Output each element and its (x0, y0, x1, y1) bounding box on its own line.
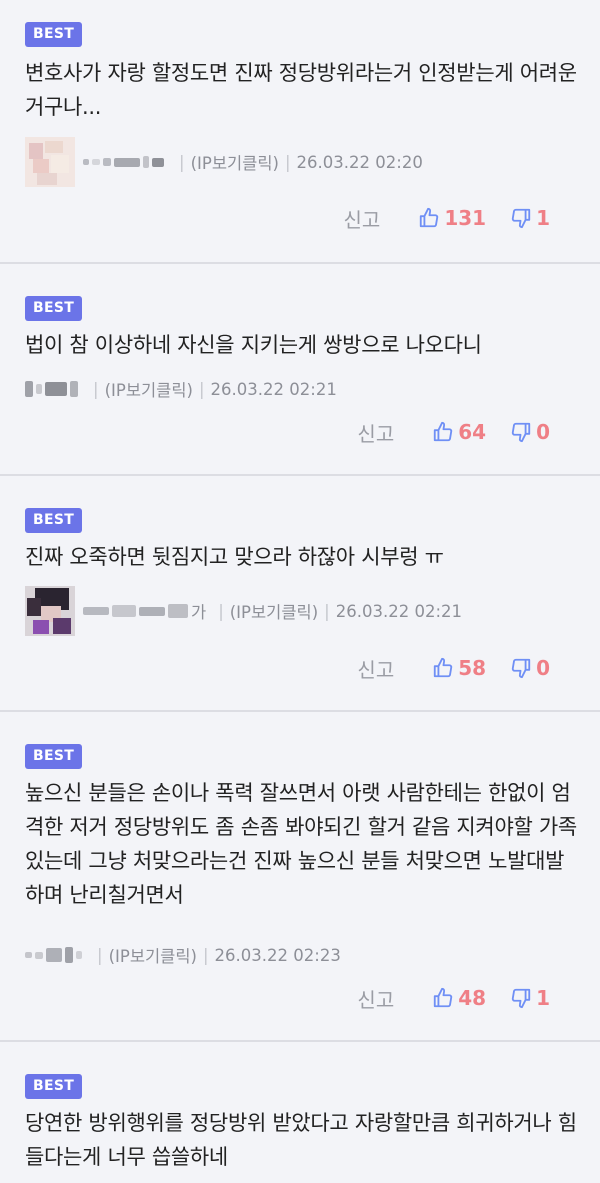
avatar[interactable] (25, 586, 75, 636)
comment-text: 높으신 분들은 손이나 폭력 잘쓰면서 아랫 사람한테는 한없이 엄격한 저거 … (25, 781, 577, 907)
thumbs-down-icon (511, 658, 531, 679)
blurred-nickname[interactable] (83, 152, 167, 172)
upvote-count: 58 (458, 656, 487, 680)
comment-date: 26.03.22 02:20 (296, 152, 423, 172)
thumbs-down-icon (511, 208, 531, 229)
comment-item: BEST 당연한 방위행위를 정당방위 받았다고 자랑할만큼 희귀하거나 힘들다… (0, 1042, 600, 1183)
comment-actions: 신고 64 0 (357, 417, 550, 447)
downvote-button[interactable]: 0 (510, 420, 550, 444)
comment-date: 26.03.22 02:23 (214, 945, 341, 965)
comment-text: 당연한 방위행위를 정당방위 받았다고 자랑할만큼 희귀하거나 힘들다는게 너무… (25, 1111, 577, 1169)
separator: | (97, 945, 103, 965)
downvote-button[interactable]: 1 (510, 986, 550, 1010)
comment-item: BEST 진짜 오죽하면 뒷짐지고 맞으라 하잖아 시부렁 ㅠ 가 | (IP보… (0, 476, 600, 712)
upvote-count: 48 (458, 986, 487, 1010)
downvote-count: 0 (536, 420, 550, 444)
thumbs-down-icon (511, 422, 531, 443)
comment-meta: | (IP보기클릭) | 26.03.22 02:23 (25, 930, 341, 980)
comment-item: BEST 변호사가 자랑 할정도면 진짜 정당방위라는거 인정받는게 어려운거구… (0, 0, 600, 264)
upvote-button[interactable]: 64 (432, 420, 486, 444)
comment-date: 26.03.22 02:21 (335, 601, 463, 621)
upvote-count: 64 (458, 420, 487, 444)
separator: | (179, 152, 185, 172)
report-button[interactable]: 신고 (357, 654, 394, 683)
upvote-count: 131 (444, 206, 487, 230)
downvote-count: 1 (536, 986, 550, 1010)
comment-text: 변호사가 자랑 할정도면 진짜 정당방위라는거 인정받는게 어려운거구나... (25, 61, 577, 119)
ip-view-link[interactable]: (IP보기클릭) (230, 599, 318, 623)
report-button[interactable]: 신고 (344, 204, 381, 233)
comment-meta: | (IP보기클릭) | 26.03.22 02:21 (25, 364, 337, 414)
downvote-count: 1 (536, 206, 550, 230)
comment-actions: 신고 131 1 (344, 203, 550, 233)
thumbs-up-icon (434, 421, 453, 442)
separator: | (93, 379, 99, 399)
ip-view-link[interactable]: (IP보기클릭) (191, 150, 279, 174)
comment-item: BEST 높으신 분들은 손이나 폭력 잘쓰면서 아랫 사람한테는 한없이 엄격… (0, 712, 600, 1042)
comment-meta: | (IP보기클릭) | 26.03.22 02:20 (25, 137, 423, 187)
ip-view-link[interactable]: (IP보기클릭) (109, 943, 197, 967)
blurred-nickname[interactable] (25, 945, 85, 965)
thumbs-up-icon (434, 987, 453, 1008)
comment-actions: 신고 48 1 (357, 983, 550, 1013)
blurred-nickname[interactable] (25, 379, 81, 399)
report-button[interactable]: 신고 (357, 418, 394, 447)
upvote-button[interactable]: 131 (418, 206, 486, 230)
thumbs-up-icon (420, 207, 439, 228)
best-badge: BEST (25, 1074, 83, 1099)
ip-view-link[interactable]: (IP보기클릭) (105, 377, 193, 401)
best-badge: BEST (25, 22, 83, 47)
best-badge: BEST (25, 296, 83, 321)
thumbs-down-icon (511, 988, 531, 1009)
comment-text: 진짜 오죽하면 뒷짐지고 맞으라 하잖아 시부렁 ㅠ (25, 545, 444, 569)
separator: | (218, 601, 224, 621)
downvote-count: 0 (536, 656, 550, 680)
upvote-button[interactable]: 58 (432, 656, 486, 680)
comment-text: 법이 참 이상하네 자신을 지키는게 쌍방으로 나오다니 (25, 333, 482, 357)
downvote-button[interactable]: 0 (510, 656, 550, 680)
best-badge: BEST (25, 744, 83, 769)
downvote-button[interactable]: 1 (510, 206, 550, 230)
blurred-nickname[interactable]: 가 (83, 601, 206, 622)
separator: | (202, 945, 209, 965)
comment-meta: 가 | (IP보기클릭) | 26.03.22 02:21 (25, 586, 462, 636)
best-badge: BEST (25, 508, 83, 533)
separator: | (284, 152, 291, 172)
comment-date: 26.03.22 02:21 (210, 379, 337, 399)
comment-item: BEST 법이 참 이상하네 자신을 지키는게 쌍방으로 나오다니 | (IP보… (0, 264, 600, 476)
upvote-button[interactable]: 48 (432, 986, 486, 1010)
avatar[interactable] (25, 137, 75, 187)
report-button[interactable]: 신고 (357, 984, 394, 1013)
comment-actions: 신고 58 0 (357, 653, 550, 683)
separator: | (198, 379, 205, 399)
thumbs-up-icon (434, 657, 453, 678)
separator: | (324, 601, 330, 621)
